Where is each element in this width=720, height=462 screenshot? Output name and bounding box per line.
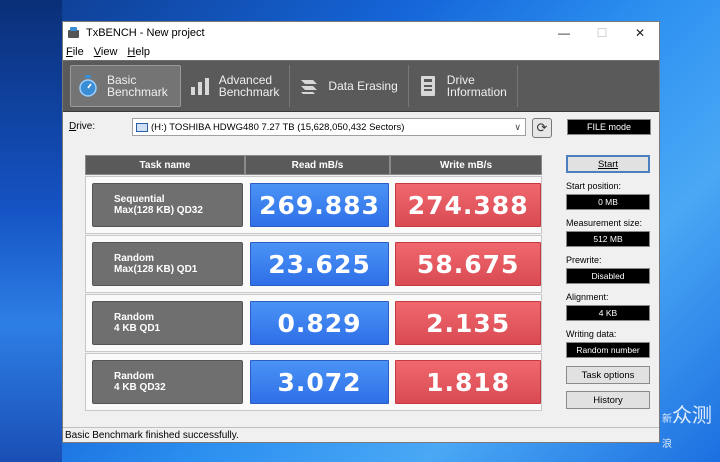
alignment-label: Alignment:	[566, 292, 609, 302]
status-bar: Basic Benchmark finished successfully.	[63, 427, 659, 442]
watermark-line2: 浪	[662, 439, 672, 450]
task-line1: Sequential	[114, 194, 165, 205]
tab-basic-line2: Benchmark	[107, 85, 168, 99]
close-button[interactable]: ✕	[621, 22, 659, 44]
task-line1: Random	[114, 253, 154, 264]
task-line2: Max(128 KB) QD32	[114, 205, 203, 216]
drive-info-icon	[417, 75, 439, 97]
menu-file[interactable]: File	[66, 46, 84, 58]
app-window: TxBENCH - New project — ☐ ✕ File View He…	[62, 21, 660, 443]
window-title: TxBENCH - New project	[86, 27, 205, 39]
task-line2: 4 KB QD32	[114, 382, 166, 393]
stopwatch-icon	[77, 75, 99, 97]
table-row: Sequential Max(128 KB) QD32 269.883 274.…	[85, 176, 542, 234]
read-value: 269.883	[249, 183, 390, 227]
drive-select-value: (H:) TOSHIBA HDWG480 7.27 TB (15,628,050…	[151, 121, 405, 133]
settings-panel: Start Start position: 0 MB Measurement s…	[566, 155, 654, 409]
menu-file-rest: ile	[72, 46, 84, 58]
task-random-4kb-qd32-button[interactable]: Random 4 KB QD32	[92, 360, 243, 404]
refresh-button[interactable]: ⟳	[532, 118, 552, 138]
writing-data-value[interactable]: Random number	[566, 342, 650, 358]
tab-data-erasing[interactable]: Data Erasing	[292, 65, 409, 107]
bar-chart-icon	[189, 75, 211, 97]
start-position-value[interactable]: 0 MB	[566, 194, 650, 210]
header-read: Read mB/s	[245, 155, 390, 175]
write-value: 1.818	[395, 360, 541, 404]
start-position-label: Start position:	[566, 181, 622, 191]
task-random-4kb-qd1-button[interactable]: Random 4 KB QD1	[92, 301, 243, 345]
drive-row: Drive: (H:) TOSHIBA HDWG480 7.27 TB (15,…	[63, 118, 659, 140]
eraser-icon	[298, 75, 320, 97]
chevron-down-icon: ∨	[514, 122, 521, 132]
header-write: Write mB/s	[390, 155, 542, 175]
task-line1: Random	[114, 312, 154, 323]
prewrite-label: Prewrite:	[566, 255, 602, 265]
tab-advanced-line2: Benchmark	[218, 85, 280, 99]
measurement-size-value[interactable]: 512 MB	[566, 231, 650, 247]
task-random-128kb-qd1-button[interactable]: Random Max(128 KB) QD1	[92, 242, 243, 286]
mode-indicator: FILE mode	[567, 119, 651, 135]
tab-data-erasing-label: Data Erasing	[328, 79, 398, 93]
menu-view-rest: iew	[100, 46, 118, 58]
drive-label-rest: rive:	[76, 121, 96, 132]
table-row: Random 4 KB QD32 3.072 1.818	[85, 353, 542, 411]
write-value: 274.388	[395, 183, 541, 227]
minimize-button[interactable]: —	[545, 22, 583, 44]
drive-label: Drive:	[69, 121, 95, 132]
table-row: Random 4 KB QD1 0.829 2.135	[85, 294, 542, 352]
menu-view[interactable]: View	[94, 46, 118, 58]
menu-help[interactable]: Help	[127, 46, 150, 58]
tab-drive-line2: Information	[446, 85, 507, 99]
task-line2: Max(128 KB) QD1	[114, 264, 198, 275]
desktop-background	[0, 0, 62, 462]
prewrite-value[interactable]: Disabled	[566, 268, 650, 284]
menu-bar: File View Help	[63, 44, 659, 60]
txbench-app-icon	[67, 27, 81, 39]
task-options-button[interactable]: Task options	[566, 366, 650, 384]
results-grid: Task name Read mB/s Write mB/s Sequentia…	[85, 155, 542, 411]
table-row: Random Max(128 KB) QD1 23.625 58.675	[85, 235, 542, 293]
history-button[interactable]: History	[566, 391, 650, 409]
task-line2: 4 KB QD1	[114, 323, 161, 334]
measurement-size-label: Measurement size:	[566, 218, 643, 228]
maximize-button[interactable]: ☐	[583, 22, 621, 44]
task-sequential-qd32-button[interactable]: Sequential Max(128 KB) QD32	[92, 183, 243, 227]
tab-drive-information-label: Drive Information	[447, 74, 507, 98]
drive-select[interactable]: (H:) TOSHIBA HDWG480 7.27 TB (15,628,050…	[132, 118, 526, 136]
writing-data-label: Writing data:	[566, 329, 617, 339]
tab-advanced-benchmark[interactable]: Advanced Benchmark	[183, 65, 291, 107]
start-button-label: Start	[597, 158, 619, 170]
tab-advanced-benchmark-label: Advanced Benchmark	[219, 74, 280, 98]
read-value: 23.625	[249, 242, 390, 286]
watermark-mark: 众测	[672, 403, 712, 427]
menu-file-label: F	[66, 46, 73, 58]
tab-drive-information[interactable]: Drive Information	[411, 65, 518, 107]
read-value: 3.072	[249, 360, 390, 404]
toolbar: Basic Benchmark Advanced Benchmark Data …	[63, 60, 659, 112]
start-button[interactable]: Start	[566, 155, 650, 173]
hard-drive-icon	[136, 122, 148, 132]
task-line1: Random	[114, 371, 154, 382]
refresh-icon: ⟳	[536, 120, 548, 135]
read-value: 0.829	[249, 301, 390, 345]
tab-basic-benchmark[interactable]: Basic Benchmark	[70, 65, 181, 107]
watermark-logo: 新众测 浪	[662, 399, 712, 452]
menu-view-label: V	[93, 46, 101, 58]
title-bar: TxBENCH - New project — ☐ ✕	[63, 22, 659, 44]
write-value: 58.675	[395, 242, 541, 286]
watermark-line1: 新	[662, 414, 672, 425]
menu-help-rest: elp	[135, 46, 151, 58]
results-header: Task name Read mB/s Write mB/s	[85, 155, 542, 175]
tab-basic-benchmark-label: Basic Benchmark	[107, 74, 168, 98]
write-value: 2.135	[395, 301, 541, 345]
header-task-name: Task name	[85, 155, 245, 175]
alignment-value[interactable]: 4 KB	[566, 305, 650, 321]
